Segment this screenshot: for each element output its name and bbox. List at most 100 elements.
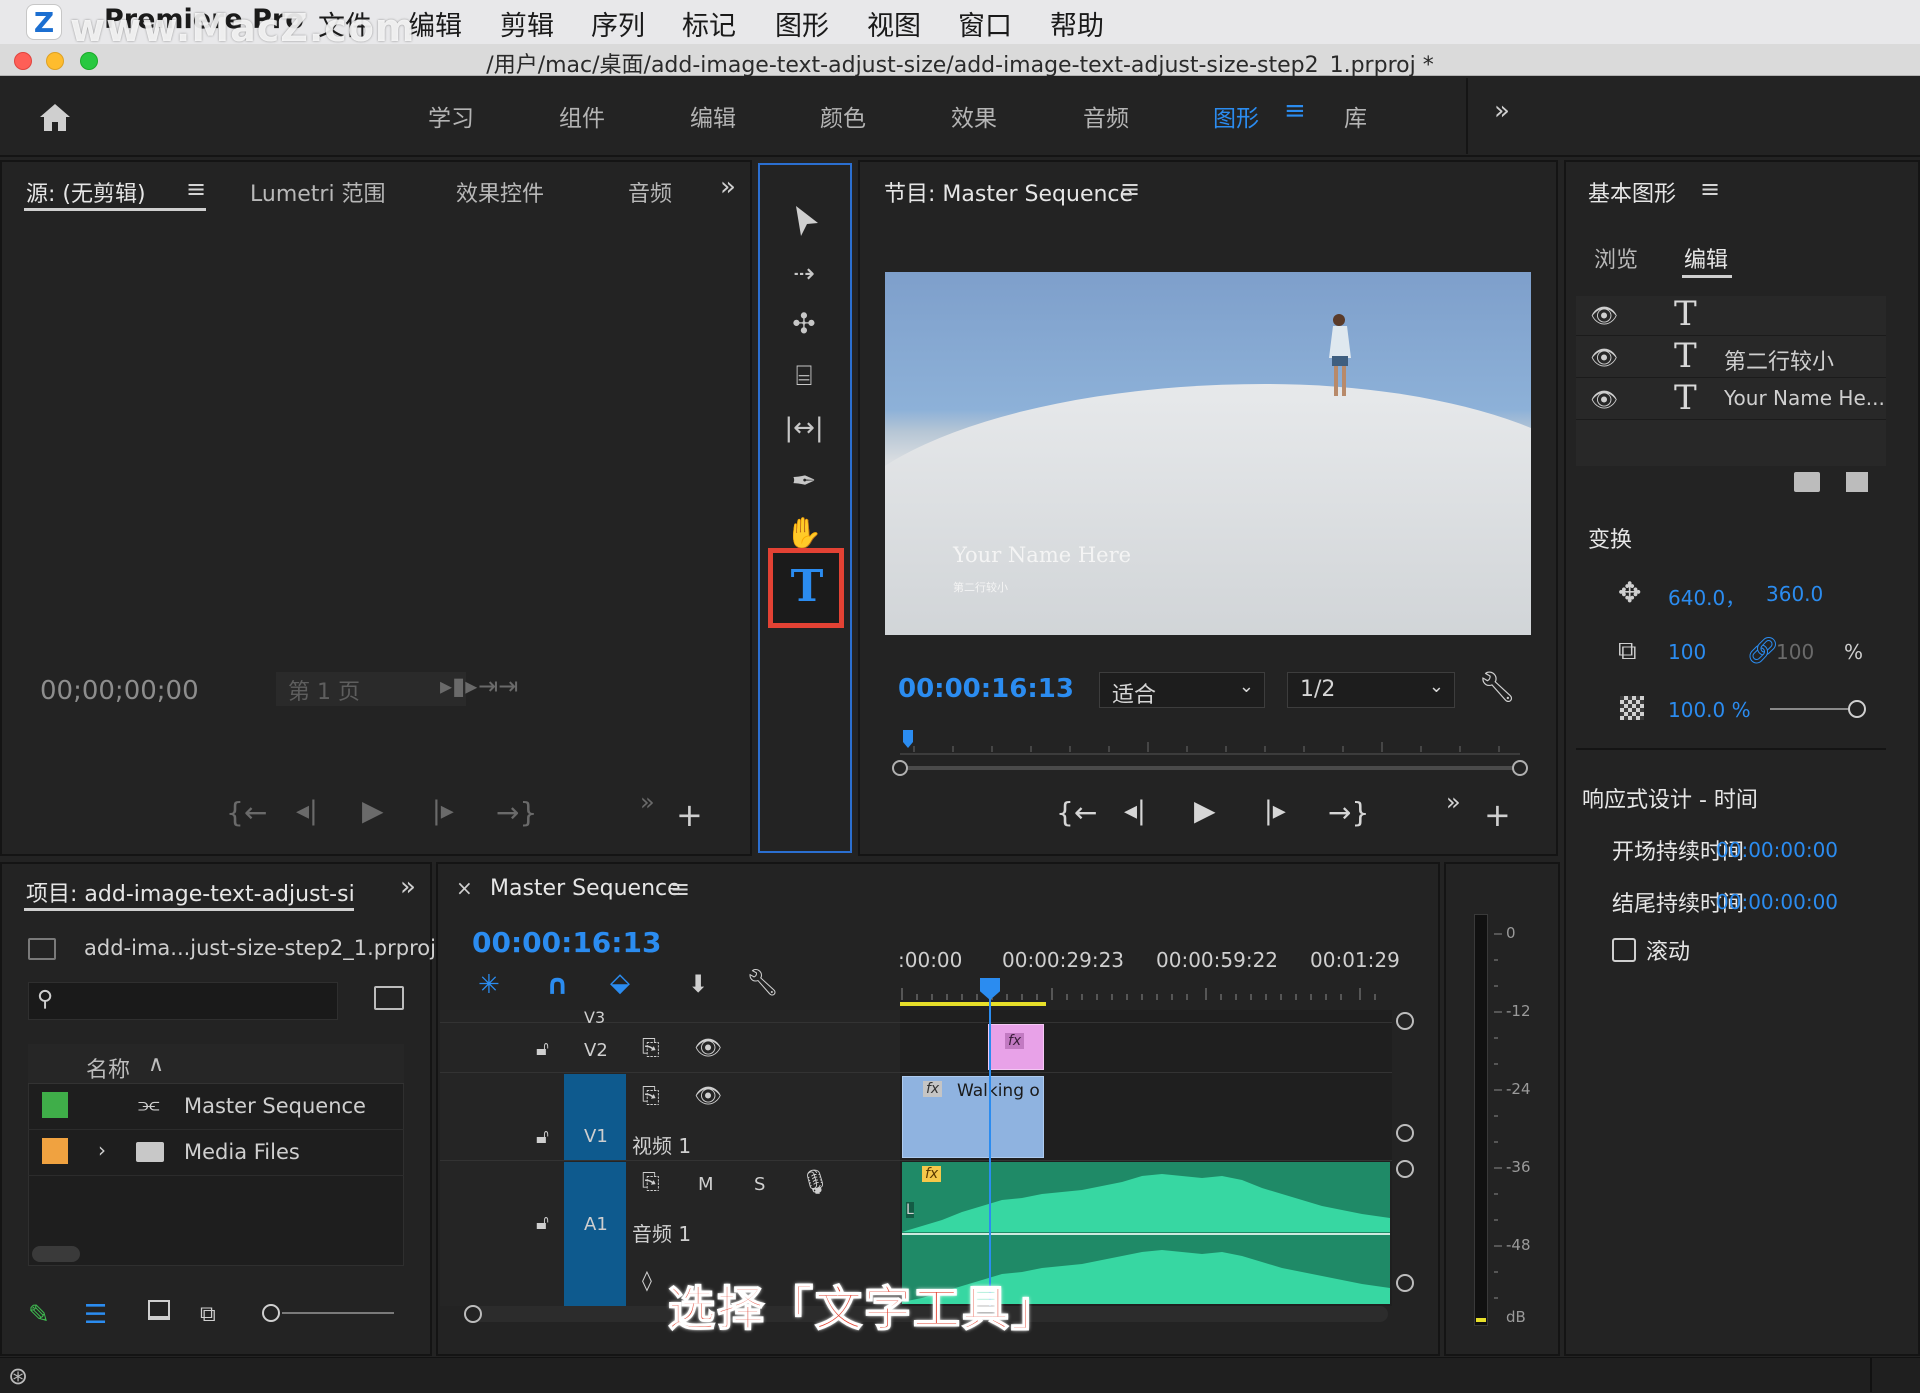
track-label-a1[interactable]: A1: [584, 1214, 608, 1235]
menu-help[interactable]: 帮助: [1050, 4, 1104, 43]
source-add-button-icon[interactable]: +: [676, 796, 703, 834]
v1-source-patch[interactable]: [564, 1074, 626, 1160]
project-search-input[interactable]: ⚲: [28, 982, 338, 1020]
snap-magnet-icon[interactable]: ∩: [546, 968, 569, 1001]
program-mark-in-icon[interactable]: {←: [1056, 796, 1097, 829]
menu-graphics[interactable]: 图形: [775, 4, 829, 43]
source-timecode[interactable]: 00;00;00;00: [40, 676, 199, 706]
workspace-color[interactable]: 颜色: [820, 99, 866, 133]
workspace-overflow-icon[interactable]: »: [1494, 96, 1510, 126]
pencil-icon[interactable]: ✎: [28, 1300, 50, 1330]
slip-tool-icon[interactable]: |↔|: [775, 406, 833, 450]
track-label-v1[interactable]: V1: [584, 1126, 608, 1147]
timeline-settings-wrench-icon[interactable]: 🔧︎: [746, 968, 779, 998]
tab-effect-controls[interactable]: 效果控件: [456, 176, 544, 208]
microphone-icon[interactable]: 🎙︎: [800, 1168, 830, 1196]
track-label-v2[interactable]: V2: [584, 1040, 608, 1061]
project-list-item[interactable]: › Media Files: [28, 1130, 404, 1176]
wrench-icon[interactable]: 🔧︎: [1478, 670, 1516, 705]
tab-audio[interactable]: 音频: [628, 176, 672, 208]
timeline-zoom-left-handle[interactable]: [464, 1305, 482, 1323]
tab-lumetri-scopes[interactable]: Lumetri 范围: [250, 176, 386, 208]
essential-graphics-title[interactable]: 基本图形: [1588, 176, 1676, 208]
sort-ascending-icon[interactable]: ∧: [148, 1052, 164, 1077]
column-name-header[interactable]: 名称: [86, 1052, 130, 1084]
apple-logo-icon[interactable]: Z: [26, 4, 62, 40]
eye-icon[interactable]: 👁︎: [694, 1084, 722, 1109]
workspace-graphics[interactable]: 图形: [1213, 99, 1259, 133]
video-scroll-top-handle[interactable]: [1396, 1012, 1414, 1030]
audio-scroll-bottom-handle[interactable]: [1396, 1274, 1414, 1292]
solo-button[interactable]: S: [754, 1174, 765, 1195]
program-panel-menu-icon[interactable]: ≡: [1120, 175, 1140, 203]
add-marker-icon[interactable]: ⬇: [688, 970, 708, 998]
resolution-dropdown[interactable]: 1/2 ⌄: [1287, 672, 1455, 708]
workspace-editing[interactable]: 编辑: [690, 99, 736, 133]
graphics-layer-row[interactable]: 👁︎ T Your Name He...: [1576, 378, 1886, 420]
program-time-ruler[interactable]: [888, 728, 1528, 780]
opacity-slider-track[interactable]: [1770, 708, 1856, 710]
menu-clip[interactable]: 剪辑: [500, 4, 554, 43]
razor-tool-icon[interactable]: ⌸: [775, 354, 833, 398]
source-panel-menu-icon[interactable]: ≡: [186, 175, 206, 203]
program-step-back-icon[interactable]: ◂|: [1124, 796, 1146, 826]
eye-icon[interactable]: 👁︎: [694, 1036, 722, 1061]
program-timecode[interactable]: 00:00:16:13: [898, 674, 1074, 704]
program-step-forward-icon[interactable]: |▸: [1264, 796, 1286, 826]
graphics-layer-row[interactable]: 👁︎ T: [1576, 294, 1886, 336]
lock-icon[interactable]: 🔓︎: [536, 1036, 549, 1060]
sync-lock-icon[interactable]: ⎘: [642, 1170, 660, 1195]
pen-tool-icon[interactable]: ✒: [775, 460, 833, 504]
project-horizontal-scrollbar[interactable]: [32, 1246, 80, 1262]
disclosure-triangle-icon[interactable]: ›: [98, 1138, 106, 1162]
essential-graphics-menu-icon[interactable]: ≡: [1700, 175, 1720, 203]
workspace-effects[interactable]: 效果: [951, 99, 997, 133]
eye-icon[interactable]: 👁︎: [1590, 346, 1618, 371]
new-layer-icon[interactable]: [1846, 472, 1868, 492]
timeline-ruler-ticks[interactable]: [900, 978, 1390, 1008]
project-tabs-overflow-icon[interactable]: »: [400, 872, 416, 902]
fit-dropdown[interactable]: 适合 ⌄: [1099, 672, 1265, 708]
program-panel-title[interactable]: 节目: Master Sequence: [884, 176, 1133, 208]
opacity-slider-handle[interactable]: [1848, 700, 1866, 718]
project-panel-title[interactable]: 项目: add-image-text-adjust-size-s: [26, 876, 354, 908]
lock-icon[interactable]: 🔓︎: [536, 1210, 549, 1234]
project-list-item[interactable]: ⫘ Master Sequence: [28, 1084, 404, 1130]
workspace-libraries[interactable]: 库: [1344, 99, 1367, 133]
mute-button[interactable]: M: [698, 1174, 714, 1195]
scale-value[interactable]: 100: [1668, 640, 1706, 664]
sync-lock-icon[interactable]: ⎘: [642, 1036, 660, 1061]
program-play-icon[interactable]: ▶: [1194, 794, 1216, 827]
audio-scroll-top-handle[interactable]: [1396, 1160, 1414, 1178]
graphic-clip-v2[interactable]: fx: [988, 1024, 1044, 1070]
keyframe-icon[interactable]: ◊: [642, 1268, 652, 1292]
close-sequence-tab-icon[interactable]: ×: [456, 876, 473, 900]
workspace-learning[interactable]: 学习: [428, 99, 474, 133]
workspace-assembly[interactable]: 组件: [559, 99, 605, 133]
menu-sequence[interactable]: 序列: [591, 4, 645, 43]
zoom-slider-track[interactable]: [282, 1312, 394, 1314]
menu-view[interactable]: 视图: [867, 4, 921, 43]
program-video-frame[interactable]: Your Name Here 第二行较小: [885, 272, 1531, 635]
outro-duration-value[interactable]: 00:00:00:00: [1716, 890, 1838, 914]
tab-edit[interactable]: 编辑: [1684, 242, 1728, 274]
program-transport-overflow-icon[interactable]: »: [1446, 788, 1461, 816]
new-group-folder-icon[interactable]: [1794, 472, 1820, 492]
lock-icon[interactable]: 🔓︎: [536, 1124, 549, 1148]
linked-selection-icon[interactable]: ⬙: [610, 968, 630, 998]
home-icon[interactable]: [36, 100, 74, 134]
graphics-layer-row[interactable]: 👁︎ T 第二行较小: [1576, 336, 1886, 378]
video-clip-v1[interactable]: fx Walking o: [902, 1076, 1044, 1158]
tab-browse[interactable]: 浏览: [1594, 242, 1638, 274]
intro-duration-value[interactable]: 00:00:00:00: [1716, 838, 1838, 862]
timeline-sequence-tab[interactable]: Master Sequence: [490, 876, 681, 901]
zoom-slider-handle[interactable]: [262, 1304, 280, 1322]
creative-cloud-icon[interactable]: ⊛: [8, 1362, 28, 1390]
nest-sequence-icon[interactable]: ✳: [478, 970, 500, 1000]
video-scroll-bottom-handle[interactable]: [1396, 1124, 1414, 1142]
freeform-view-icon[interactable]: ⧉: [200, 1302, 216, 1327]
find-in-project-icon[interactable]: [374, 986, 404, 1010]
menu-window[interactable]: 窗口: [958, 4, 1012, 43]
tab-source[interactable]: 源: (无剪辑): [26, 176, 146, 208]
workspace-menu-icon[interactable]: ≡: [1284, 96, 1306, 126]
